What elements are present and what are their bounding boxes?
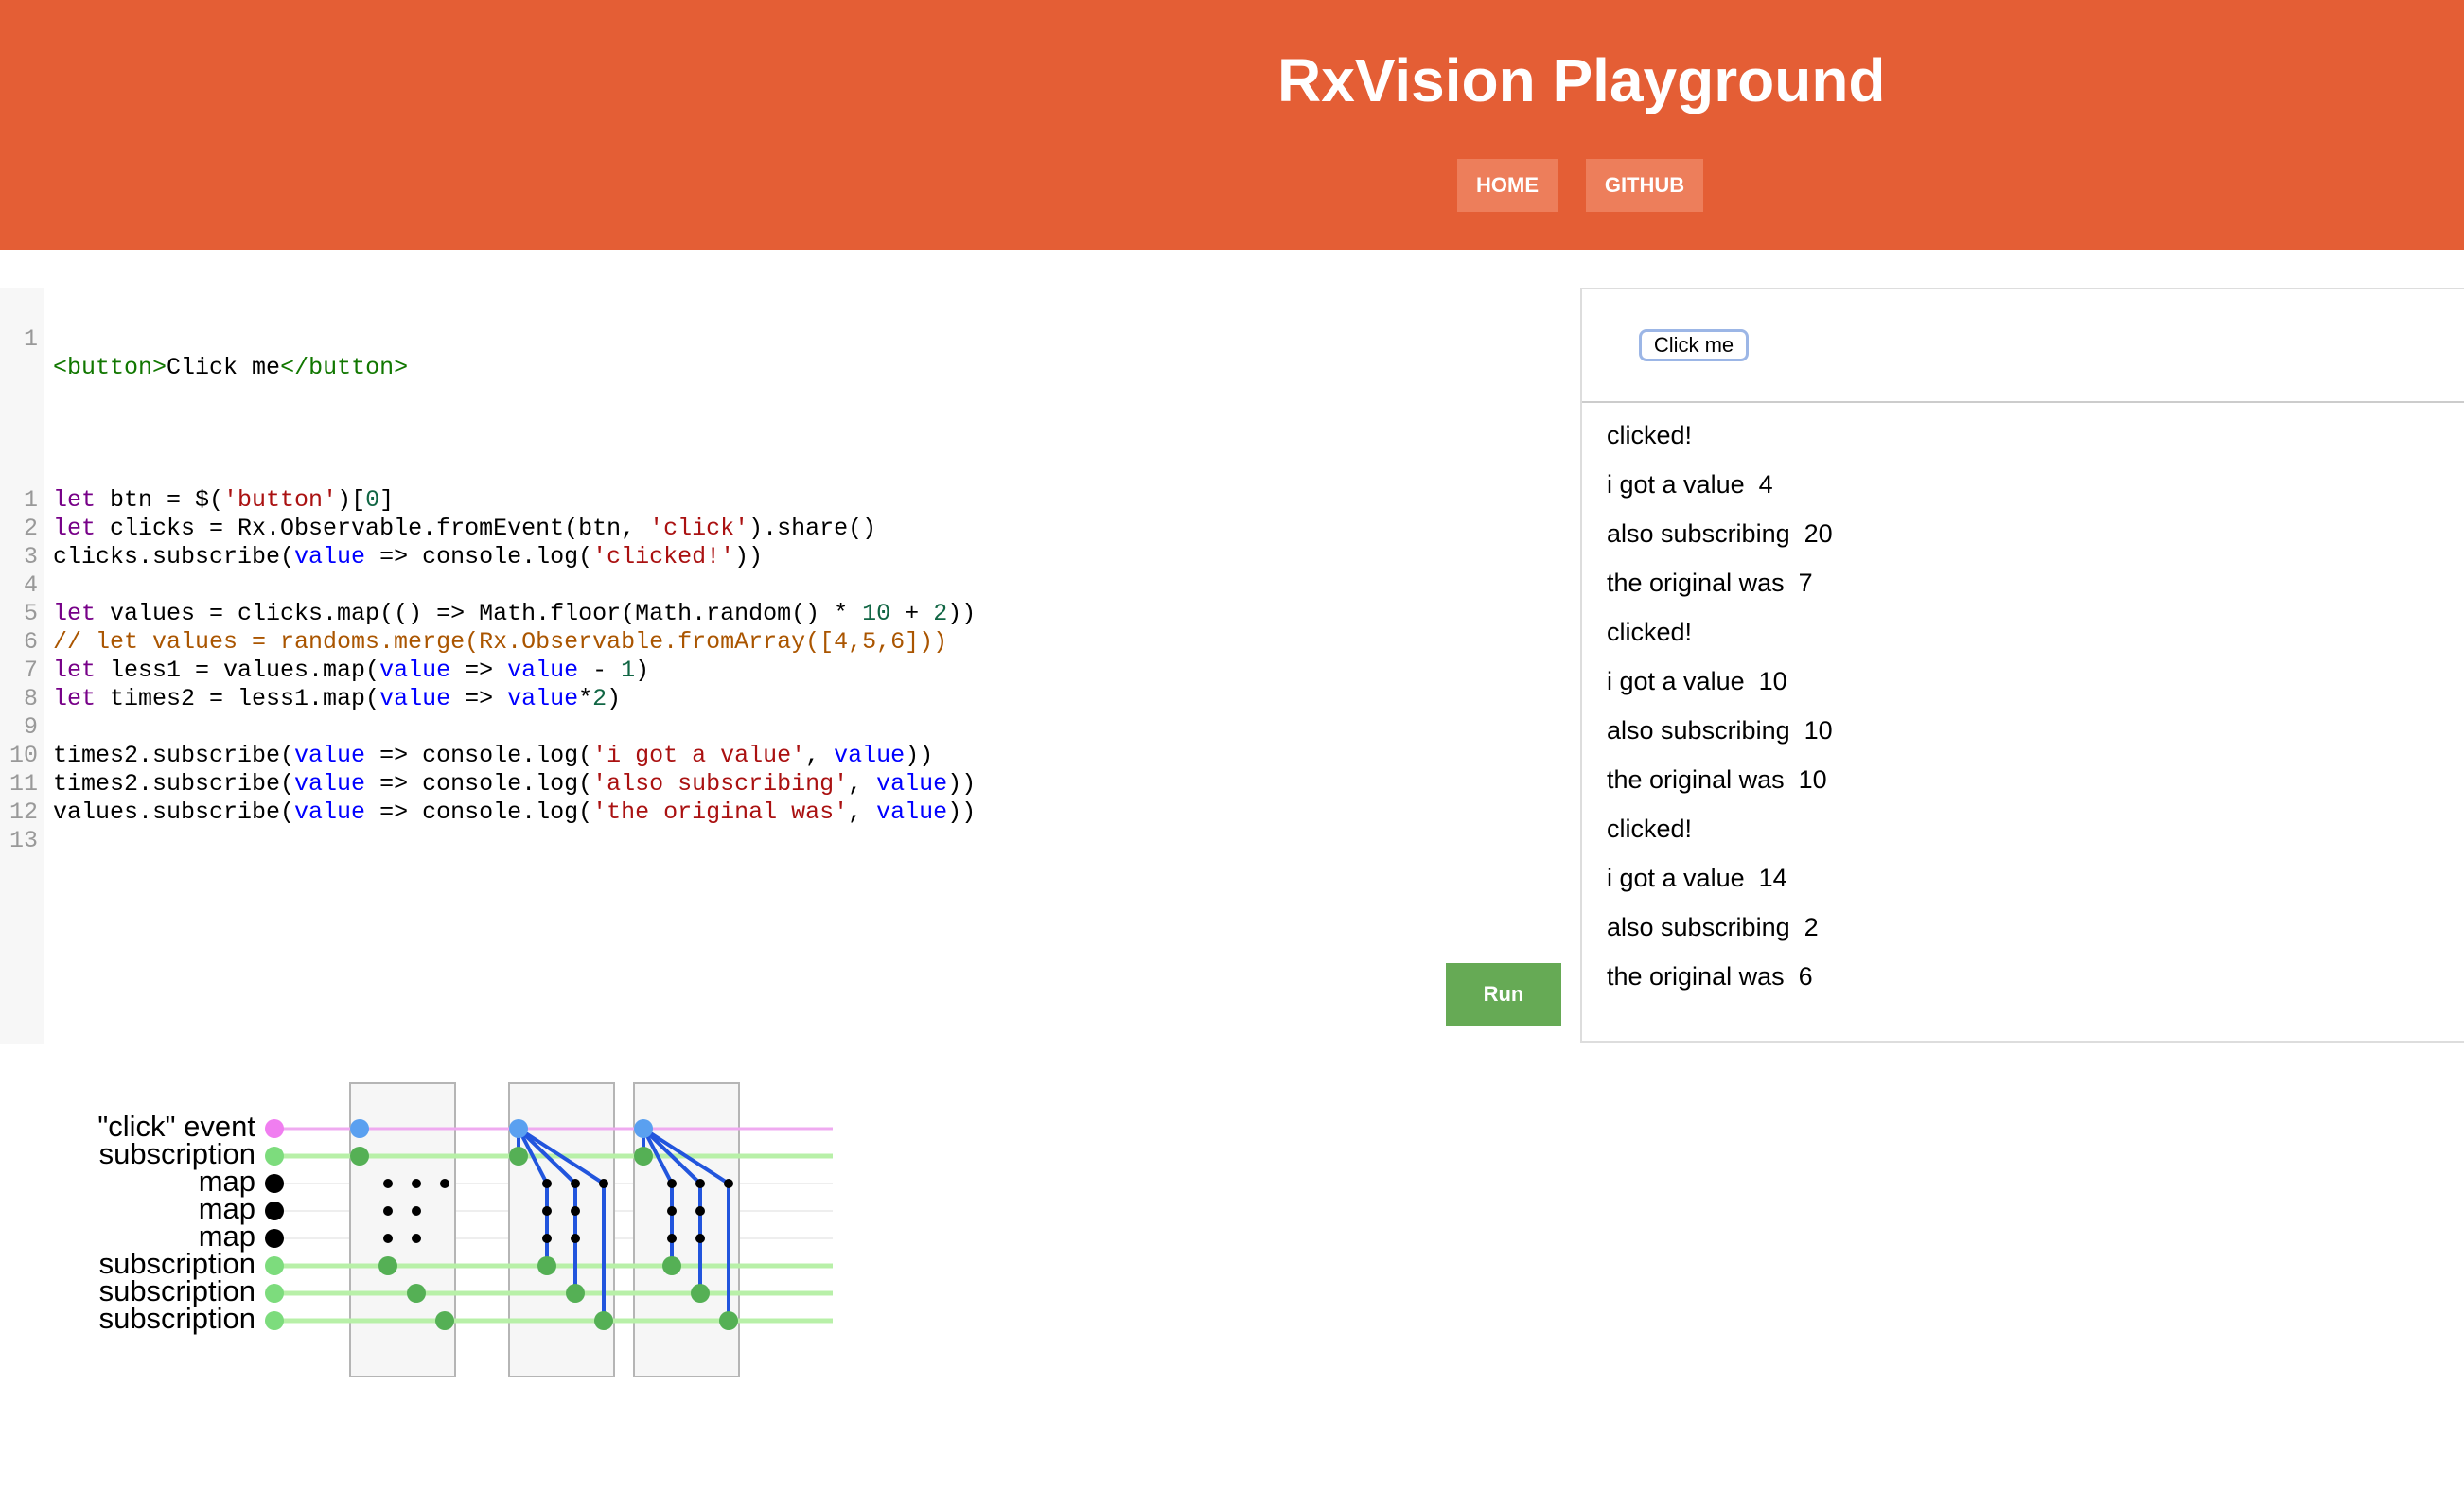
log-entry: also subscribing 20	[1607, 519, 1833, 548]
map-dot	[599, 1179, 608, 1188]
html-editor[interactable]: 1 <button>Click me</button>	[0, 288, 1580, 477]
log-entry: also subscribing 10	[1607, 716, 1833, 745]
log-entry: i got a value 10	[1607, 667, 1787, 695]
line-number: 6	[23, 628, 38, 656]
code-line: times2.subscribe(value => console.log('i…	[53, 742, 934, 769]
output-panel: Click me clicked! i got a value 4 also sub…	[1580, 288, 2464, 1043]
map-dot	[412, 1234, 421, 1243]
map-marker	[265, 1174, 284, 1193]
page-title: RxVision Playground	[1277, 46, 1886, 114]
map-marker	[265, 1202, 284, 1220]
subscription-marker	[265, 1311, 284, 1330]
value-dot	[407, 1284, 426, 1303]
line-number: 1	[23, 486, 38, 514]
nav-home-button[interactable]: HOME	[1457, 159, 1558, 212]
html-editor-line: 1 <button>Click me</button>	[0, 297, 408, 381]
map-dot	[542, 1206, 552, 1216]
console-log: clicked! i got a value 4 also subscribing …	[1607, 411, 1833, 1001]
map-dot	[724, 1179, 733, 1188]
map-dot	[542, 1179, 552, 1188]
line-number: 3	[23, 543, 38, 570]
emission-dot	[350, 1119, 369, 1138]
log-entry: the original was 10	[1607, 765, 1827, 794]
line-number: 5	[23, 600, 38, 627]
map-marker	[265, 1229, 284, 1248]
map-dot	[667, 1179, 677, 1188]
value-dot	[634, 1147, 653, 1166]
line-number: 7	[23, 657, 38, 684]
value-dot	[509, 1147, 528, 1166]
line-number: 4	[23, 571, 38, 599]
stream-visualization: "click" event subscription map map map subscr…	[0, 1069, 852, 1391]
log-entry: i got a value 4	[1607, 470, 1773, 499]
stream-graph	[265, 1082, 833, 1377]
code-line: // let values = randoms.merge(Rx.Observa…	[53, 628, 948, 656]
value-dot	[662, 1256, 681, 1275]
line-number: 10	[9, 742, 38, 769]
log-entry: the original was 7	[1607, 569, 1813, 597]
line-number: 13	[9, 827, 38, 854]
value-dot	[350, 1147, 369, 1166]
value-dot	[435, 1311, 454, 1330]
line-number: 2	[23, 515, 38, 542]
code-line: values.subscribe(value => console.log('t…	[53, 798, 977, 826]
event-marker	[265, 1119, 284, 1138]
map-dot	[695, 1206, 705, 1216]
log-entry: the original was 6	[1607, 962, 1813, 991]
log-entry: clicked!	[1607, 618, 1693, 646]
log-entry: clicked!	[1607, 421, 1693, 449]
map-dot	[412, 1206, 421, 1216]
code-line: let btn = $('button')[0]	[53, 486, 395, 514]
map-dot	[412, 1179, 421, 1188]
code-line: times2.subscribe(value => console.log('a…	[53, 770, 977, 798]
code-line: let less1 = values.map(value => value - …	[53, 657, 650, 684]
code-line: clicks.subscribe(value => console.log('c…	[53, 543, 764, 570]
log-entry: also subscribing 2	[1607, 913, 1819, 941]
map-dot	[440, 1179, 449, 1188]
subscription-marker	[265, 1256, 284, 1275]
header: RxVision Playground HOME GITHUB	[0, 0, 2464, 250]
subscription-marker	[265, 1284, 284, 1303]
nav-github-button[interactable]: GITHUB	[1586, 159, 1703, 212]
preview-pane: Click me	[1582, 289, 2464, 403]
click-me-button[interactable]: Click me	[1639, 329, 1749, 361]
map-dot	[571, 1179, 580, 1188]
value-dot	[691, 1284, 710, 1303]
code-line: let clicks = Rx.Observable.fromEvent(btn…	[53, 515, 877, 542]
map-dot	[571, 1206, 580, 1216]
map-dot	[383, 1179, 393, 1188]
map-dot	[542, 1234, 552, 1243]
value-dot	[378, 1256, 397, 1275]
value-dot	[566, 1284, 585, 1303]
map-dot	[695, 1179, 705, 1188]
value-dot	[594, 1311, 613, 1330]
map-dot	[571, 1234, 580, 1243]
map-dot	[383, 1234, 393, 1243]
log-entry: clicked!	[1607, 815, 1693, 843]
line-number: 8	[23, 685, 38, 712]
run-button[interactable]: Run	[1446, 963, 1561, 1026]
line-number: 12	[9, 798, 38, 826]
code-line: <button>Click me</button>	[53, 354, 409, 381]
map-dot	[695, 1234, 705, 1243]
map-dot	[667, 1206, 677, 1216]
line-number: 1	[23, 325, 38, 353]
value-dot	[719, 1311, 738, 1330]
code-line: let times2 = less1.map(value => value*2)	[53, 685, 622, 712]
value-dot	[537, 1256, 556, 1275]
emission-dot	[634, 1119, 653, 1138]
line-number: 9	[23, 713, 38, 741]
log-entry: i got a value 14	[1607, 864, 1787, 892]
emission-dot	[509, 1119, 528, 1138]
code-line: let values = clicks.map(() => Math.floor…	[53, 600, 977, 627]
js-editor[interactable]: 1 let btn = $('button')[0] 2 let clicks = R…	[0, 477, 1580, 1044]
map-dot	[667, 1234, 677, 1243]
subscription-marker	[265, 1147, 284, 1166]
line-number: 11	[9, 770, 38, 798]
map-dot	[383, 1206, 393, 1216]
